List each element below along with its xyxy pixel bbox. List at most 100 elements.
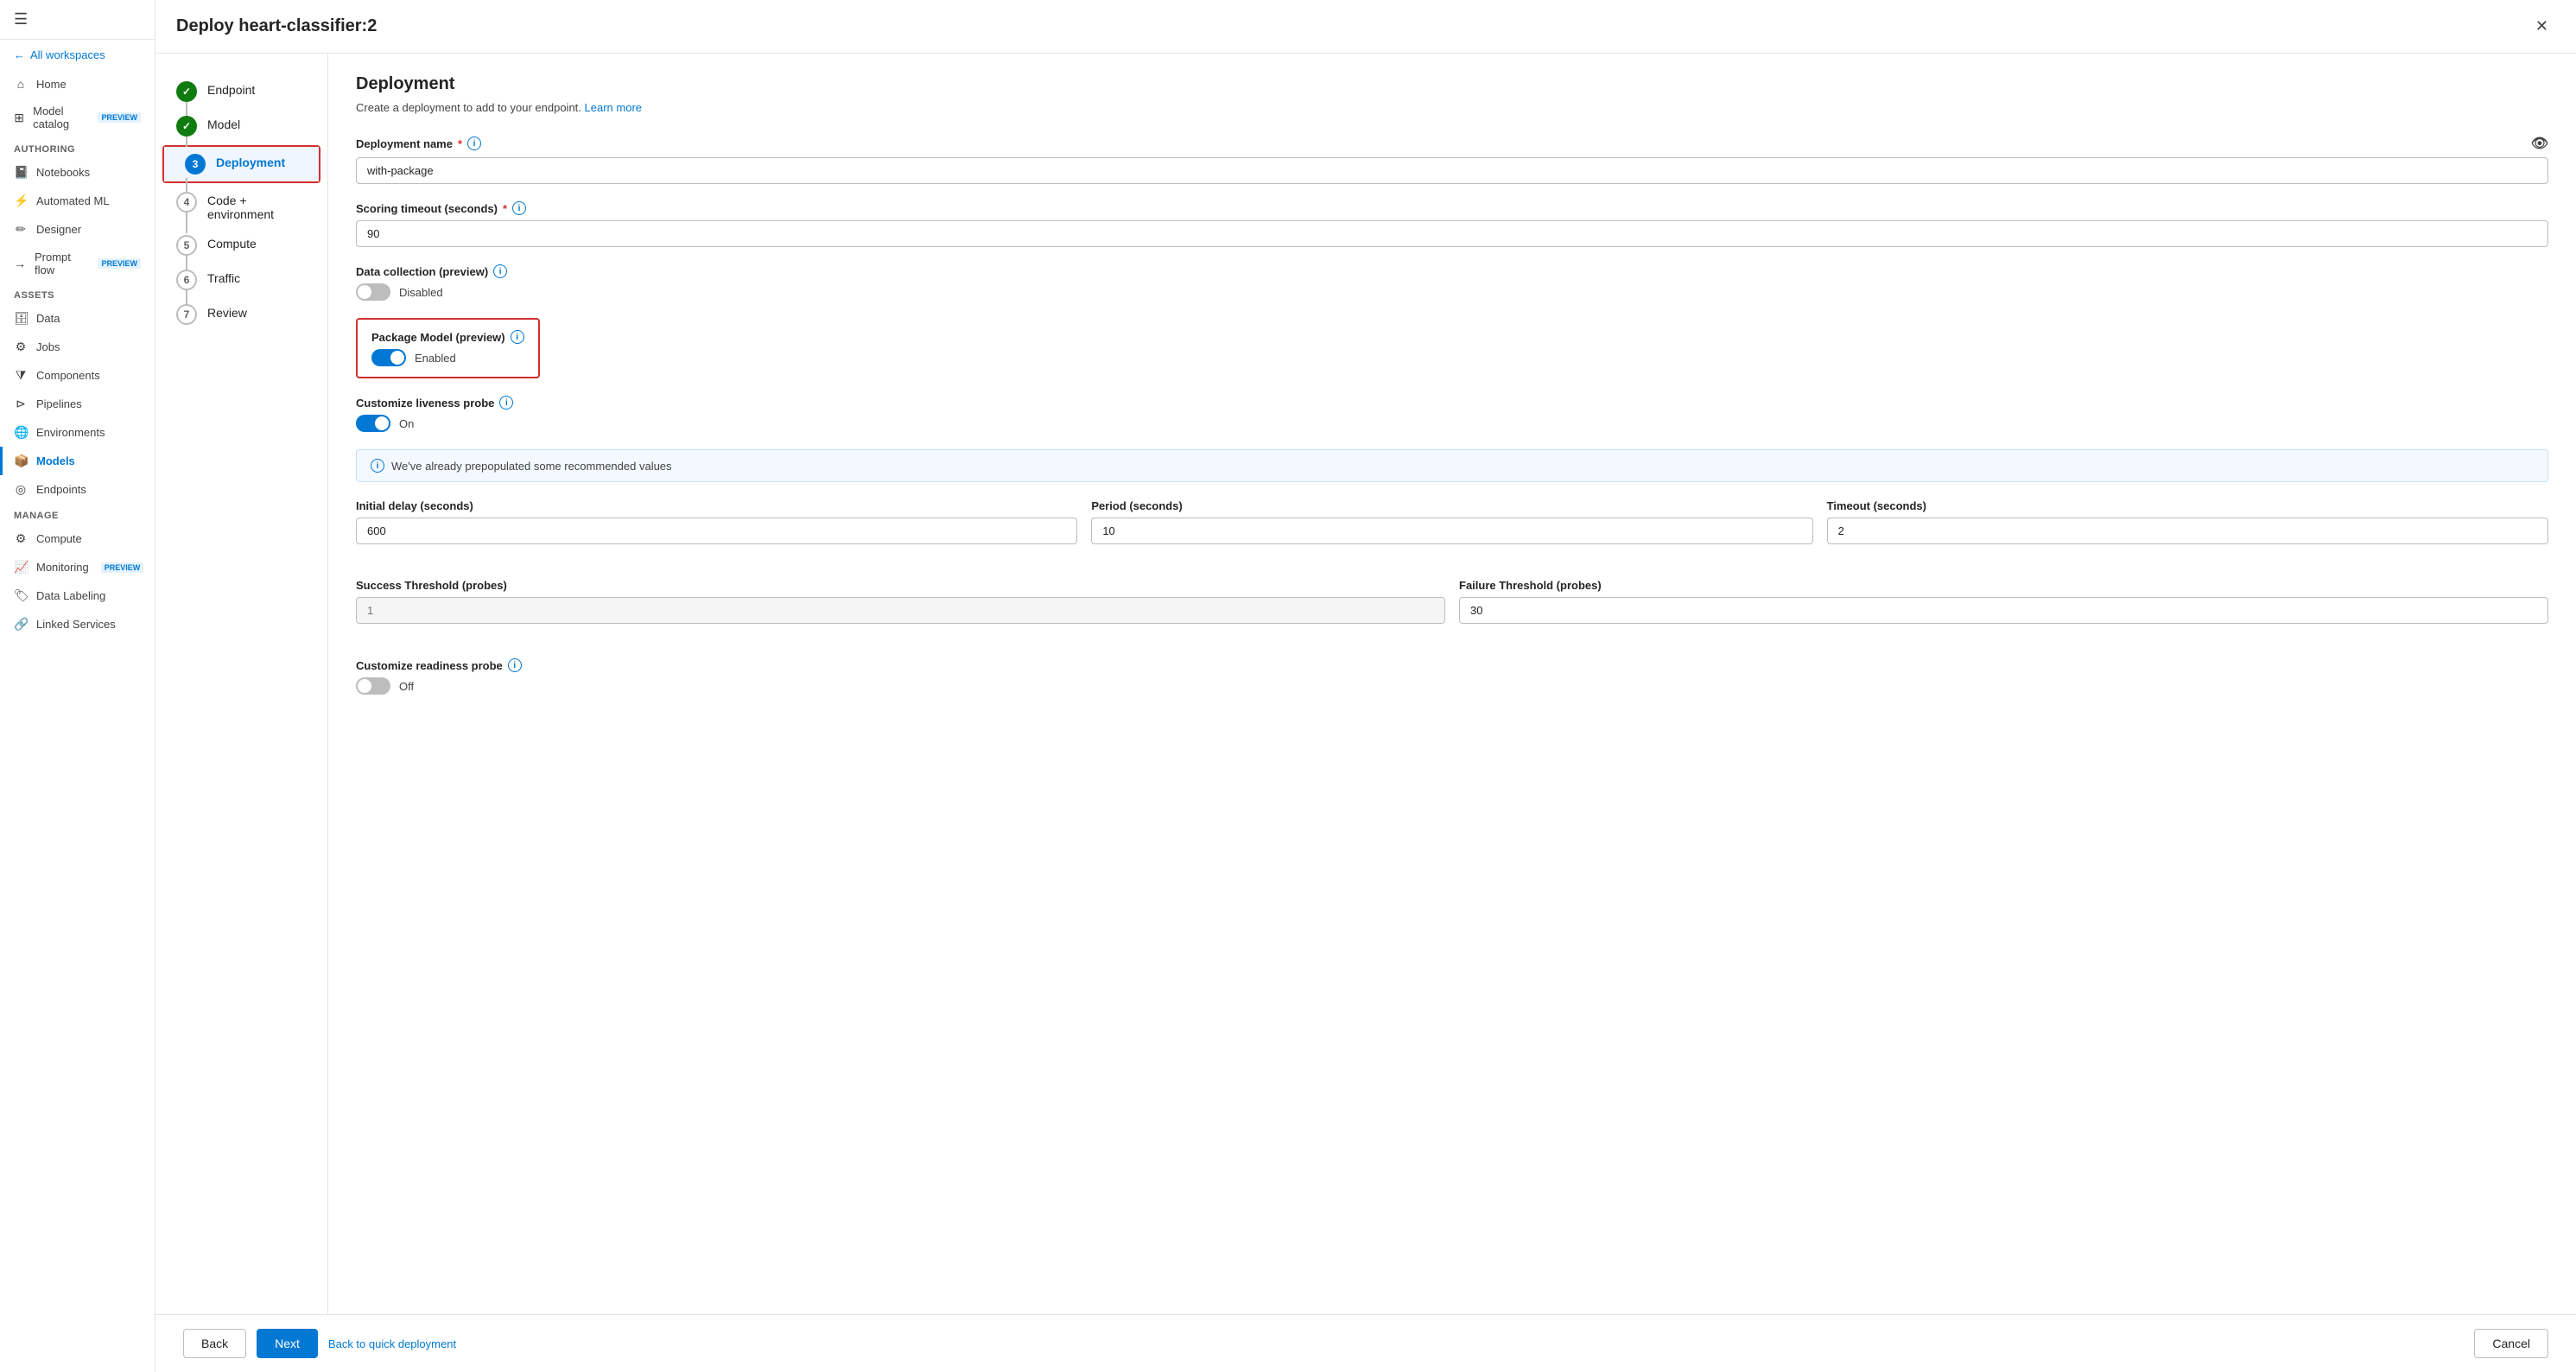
- deploy-panel: Deploy heart-classifier:2 ✕ ✓ Endpoint ✓…: [155, 0, 2576, 1372]
- wizard-step-traffic[interactable]: 6 Traffic: [155, 263, 327, 297]
- preview-badge-model-catalog: preview: [98, 112, 141, 123]
- sidebar-item-home[interactable]: ⌂ Home: [0, 70, 155, 98]
- sidebar-item-compute[interactable]: ⚙ Compute: [0, 524, 155, 553]
- period-input[interactable]: [1091, 518, 1812, 544]
- scoring-timeout-input[interactable]: [356, 220, 2548, 247]
- scoring-timeout-label: Scoring timeout (seconds) * i: [356, 201, 2548, 215]
- period-group: Period (seconds): [1091, 499, 1812, 544]
- wizard-step-compute[interactable]: 5 Compute: [155, 228, 327, 263]
- data-collection-status: Disabled: [399, 286, 443, 299]
- wizard-step-deployment[interactable]: 3 Deployment: [164, 147, 319, 181]
- panel-body: ✓ Endpoint ✓ Model 3 Deployment: [155, 54, 2576, 1314]
- sidebar-item-data[interactable]: 🗄 Data: [0, 304, 155, 333]
- timeout-input[interactable]: [1827, 518, 2548, 544]
- sidebar: ☰ ← All workspaces ⌂ Home ⊞ Model catalo…: [0, 0, 155, 1372]
- liveness-info-icon[interactable]: i: [499, 396, 513, 410]
- endpoints-icon: ◎: [14, 482, 28, 497]
- sidebar-item-notebooks[interactable]: 📓 Notebooks: [0, 158, 155, 187]
- models-icon: 📦: [14, 454, 28, 468]
- assets-section-label: Assets: [0, 283, 155, 304]
- back-to-quick-deployment-link[interactable]: Back to quick deployment: [328, 1337, 456, 1350]
- sidebar-top: ☰: [0, 0, 155, 40]
- sidebar-item-automated-ml[interactable]: ⚡ Automated ML: [0, 187, 155, 215]
- data-collection-group: Data collection (preview) i Disabled: [356, 264, 2548, 301]
- scoring-timeout-info-icon[interactable]: i: [512, 201, 526, 215]
- notebooks-icon: 📓: [14, 165, 28, 180]
- panel-header: Deploy heart-classifier:2 ✕: [155, 0, 2576, 54]
- data-collection-info-icon[interactable]: i: [493, 264, 507, 278]
- wizard-nav: ✓ Endpoint ✓ Model 3 Deployment: [155, 54, 328, 1314]
- step-circle-compute: 5: [176, 235, 197, 256]
- sidebar-item-jobs[interactable]: ⚙ Jobs: [0, 333, 155, 361]
- sidebar-item-monitoring[interactable]: 📈 Monitoring preview: [0, 553, 155, 581]
- components-icon: ⧩: [14, 368, 28, 383]
- form-subtitle: Create a deployment to add to your endpo…: [356, 101, 2548, 114]
- panel-footer: Back Next Back to quick deployment Cance…: [155, 1314, 2576, 1372]
- wizard-step-model[interactable]: ✓ Model: [155, 109, 327, 143]
- model-catalog-icon: ⊞: [14, 111, 24, 125]
- deployment-name-eye-icon[interactable]: 👁: [2531, 135, 2548, 152]
- deployment-name-label: Deployment name * i 👁: [356, 135, 2548, 152]
- initial-delay-input[interactable]: [356, 518, 1077, 544]
- step-label-endpoint: Endpoint: [207, 81, 255, 97]
- readiness-info-icon[interactable]: i: [508, 658, 522, 672]
- liveness-status: On: [399, 417, 414, 430]
- sidebar-item-linked-services[interactable]: 🔗 Linked Services: [0, 610, 155, 638]
- back-button[interactable]: Back: [183, 1329, 246, 1358]
- package-model-label: Package Model (preview) i: [371, 330, 524, 344]
- back-to-workspaces[interactable]: ← All workspaces: [0, 40, 155, 70]
- package-model-info-icon[interactable]: i: [511, 330, 524, 344]
- step-circle-deployment: 3: [185, 154, 206, 175]
- step-connector-3-top: [186, 178, 187, 192]
- threshold-grid: Success Threshold (probes) Failure Thres…: [356, 579, 2548, 641]
- step-circle-review: 7: [176, 304, 197, 325]
- sidebar-item-prompt-flow[interactable]: → Prompt flow preview: [0, 244, 155, 283]
- sidebar-item-environments[interactable]: 🌐 Environments: [0, 418, 155, 447]
- package-model-highlight: Package Model (preview) i Enabled: [356, 318, 540, 378]
- readiness-toggle[interactable]: [356, 677, 390, 695]
- sidebar-item-models[interactable]: 📦 Models: [0, 447, 155, 475]
- readiness-probe-label: Customize readiness probe i: [356, 658, 2548, 672]
- step-label-traffic: Traffic: [207, 270, 240, 285]
- sidebar-item-model-catalog[interactable]: ⊞ Model catalog preview: [0, 98, 155, 137]
- scoring-timeout-group: Scoring timeout (seconds) * i: [356, 201, 2548, 247]
- main-content: Deploy heart-classifier:2 ✕ ✓ Endpoint ✓…: [155, 0, 2576, 1372]
- probe-fields-grid: Initial delay (seconds) Period (seconds)…: [356, 499, 2548, 562]
- failure-threshold-input[interactable]: [1459, 597, 2548, 624]
- compute-icon: ⚙: [14, 531, 28, 546]
- data-collection-toggle[interactable]: [356, 283, 390, 301]
- package-model-toggle[interactable]: [371, 349, 406, 366]
- liveness-toggle[interactable]: [356, 415, 390, 432]
- learn-more-link[interactable]: Learn more: [585, 101, 642, 114]
- data-icon: 🗄: [14, 311, 28, 326]
- deployment-name-group: Deployment name * i 👁: [356, 135, 2548, 184]
- readiness-toggle-row: Off: [356, 677, 2548, 695]
- info-banner-icon: i: [371, 459, 384, 473]
- package-model-toggle-row: Enabled: [371, 349, 524, 366]
- authoring-section-label: Authoring: [0, 137, 155, 158]
- step-circle-endpoint: ✓: [176, 81, 197, 102]
- step-circle-model: ✓: [176, 116, 197, 137]
- liveness-slider: [356, 415, 390, 432]
- cancel-button[interactable]: Cancel: [2474, 1329, 2548, 1358]
- data-collection-toggle-row: Disabled: [356, 283, 2548, 301]
- wizard-step-review[interactable]: 7 Review: [155, 297, 327, 332]
- sidebar-item-data-labeling[interactable]: 🏷 Data Labeling: [0, 581, 155, 610]
- step-circle-code-env: 4: [176, 192, 197, 213]
- linked-services-icon: 🔗: [14, 617, 28, 632]
- sidebar-item-components[interactable]: ⧩ Components: [0, 361, 155, 390]
- preview-badge-prompt-flow: preview: [98, 258, 141, 269]
- wizard-step-endpoint[interactable]: ✓ Endpoint: [155, 74, 327, 109]
- sidebar-item-designer[interactable]: ✏ Designer: [0, 215, 155, 244]
- failure-threshold-label: Failure Threshold (probes): [1459, 579, 2548, 592]
- close-button[interactable]: ✕: [2528, 14, 2555, 39]
- hamburger-icon[interactable]: ☰: [14, 10, 28, 28]
- next-button[interactable]: Next: [257, 1329, 318, 1358]
- deployment-name-info-icon[interactable]: i: [467, 137, 481, 150]
- sidebar-item-pipelines[interactable]: ⊳ Pipelines: [0, 390, 155, 418]
- wizard-step-code-environment[interactable]: 4 Code + environment: [155, 185, 327, 228]
- sidebar-item-endpoints[interactable]: ◎ Endpoints: [0, 475, 155, 504]
- initial-delay-label: Initial delay (seconds): [356, 499, 1077, 512]
- deployment-name-input[interactable]: [356, 157, 2548, 184]
- pipelines-icon: ⊳: [14, 397, 28, 411]
